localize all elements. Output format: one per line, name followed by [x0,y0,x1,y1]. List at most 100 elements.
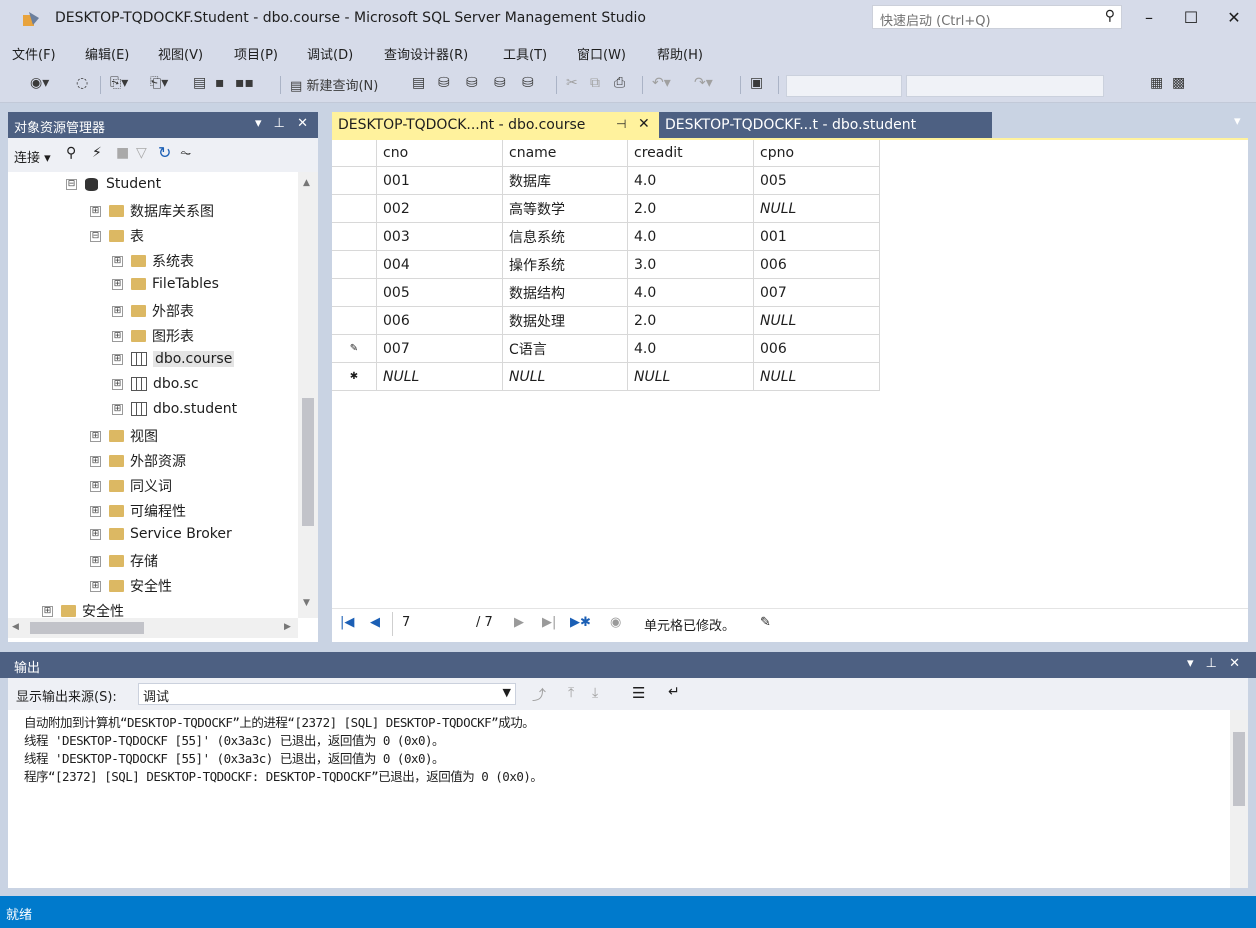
tree-node-dbo-sc[interactable]: ⊞ dbo.sc [112,376,199,400]
menu-window[interactable]: 窗口(W) [577,44,626,63]
cancel-edit-icon[interactable]: ◉ [610,615,621,630]
table-row[interactable]: 002 高等数学 2.0 NULL [332,194,880,223]
grid-cell[interactable]: 004 [376,250,503,279]
grid-cell[interactable]: 2.0 [627,194,754,223]
tree-node-security-server[interactable]: ⊞ 安全性 [42,601,124,618]
tree-node-tables[interactable]: ⊟ 表 [90,226,144,250]
grid-cell[interactable]: 005 [753,166,880,195]
menu-edit[interactable]: 编辑(E) [85,44,129,63]
expand-icon[interactable]: ⊞ [112,353,123,365]
grid-cell[interactable]: 操作系统 [502,250,628,279]
grid-cell[interactable]: 信息系统 [502,222,628,251]
expand-icon[interactable]: ⊞ [112,330,123,342]
tree-node-graph-tables[interactable]: ⊞ 图形表 [112,326,194,350]
table-row[interactable]: 003 信息系统 4.0 001 [332,222,880,251]
grid-cell[interactable]: 006 [376,306,503,335]
solution-platform-dropdown[interactable] [906,75,1104,97]
grid-cell[interactable]: 007 [376,334,503,363]
grid-cell[interactable]: 001 [753,222,880,251]
tree-node-service-broker[interactable]: ⊞ Service Broker [90,526,232,550]
menu-help[interactable]: 帮助(H) [657,44,703,63]
tree-node-external-tables[interactable]: ⊞ 外部表 [112,301,194,325]
grid-cell[interactable]: 数据库 [502,166,628,195]
expand-icon[interactable]: ⊞ [112,278,123,290]
menu-file[interactable]: 文件(F) [12,44,56,63]
table-row[interactable]: 001 数据库 4.0 005 [332,166,880,195]
grid-cell[interactable]: 007 [753,278,880,307]
column-header[interactable]: cname [502,140,628,167]
menu-query-designer[interactable]: 查询设计器(R) [384,44,468,63]
word-wrap-icon[interactable]: ↵ [668,684,680,700]
expand-icon[interactable]: ⊞ [90,528,101,540]
new-record-icon[interactable]: ▶✱ [570,615,591,630]
minimize-button[interactable]: – [1136,6,1162,30]
row-header[interactable] [332,250,377,279]
expand-icon[interactable]: ⊞ [112,403,123,415]
database-engine-query-icon[interactable]: ▤ [412,75,425,91]
grid-cell[interactable]: 4.0 [627,166,754,195]
grid-cell[interactable]: NULL [376,362,503,391]
scroll-up-icon[interactable]: ▲ [303,178,310,188]
maximize-button[interactable]: ☐ [1178,6,1204,30]
quick-launch-input[interactable]: 快速启动 (Ctrl+Q) ⚲ [872,5,1122,29]
grid-cell[interactable]: 3.0 [627,250,754,279]
new-project-icon[interactable]: ⎘▾ [110,75,128,91]
menu-project[interactable]: 项目(P) [234,44,278,63]
new-file-icon[interactable]: ⎗▾ [150,75,168,91]
copy-icon[interactable]: ⧉ [590,75,600,91]
row-header[interactable] [332,166,377,195]
grid-cell[interactable]: NULL [753,306,880,335]
clear-all-icon[interactable]: ☰ [632,684,645,702]
tree-node-storage[interactable]: ⊞ 存储 [90,551,158,575]
panel-controls[interactable]: ▾ ⊥ ✕ [1187,656,1244,671]
table-row[interactable]: 006 数据处理 2.0 NULL [332,306,880,335]
expand-icon[interactable]: ⊞ [42,605,53,617]
row-header[interactable] [332,278,377,307]
column-header[interactable]: cpno [753,140,880,167]
xmla-query-icon[interactable]: ⛁ [494,75,506,91]
tree-node-student-db[interactable]: ⊟ Student [66,176,161,200]
grid-cell[interactable]: NULL [502,362,628,391]
grid-cell[interactable]: C语言 [502,334,628,363]
table-row[interactable]: ✎ 007 C语言 4.0 006 [332,334,880,363]
activity-icon[interactable]: ⏦ [180,145,191,161]
grid-cell[interactable]: 002 [376,194,503,223]
table-row[interactable]: 004 操作系统 3.0 006 [332,250,880,279]
grid-cell[interactable]: 4.0 [627,334,754,363]
collapse-icon[interactable]: ⊟ [90,230,101,242]
column-header[interactable]: creadit [627,140,754,167]
grid-cell[interactable]: NULL [753,362,880,391]
grid-icon[interactable]: ▩ [1172,75,1185,91]
row-header[interactable] [332,194,377,223]
row-header[interactable]: ✱ [332,362,377,391]
grid-cell[interactable]: 003 [376,222,503,251]
menu-debug[interactable]: 调试(D) [307,44,353,63]
previous-message-icon[interactable]: ⤒ [568,685,574,701]
output-source-dropdown[interactable]: 调试 ▼ [138,683,516,705]
row-header[interactable] [332,222,377,251]
mdx-query-icon[interactable]: ⛁ [438,75,450,91]
grid-cell[interactable]: 数据结构 [502,278,628,307]
stop-icon[interactable]: ■ [116,145,129,161]
new-query-button[interactable]: ▤ 新建查询(N) [290,75,378,94]
table-row[interactable]: ✱ NULL NULL NULL NULL [332,362,880,391]
collapse-icon[interactable]: ⊟ [66,178,77,190]
save-icon[interactable]: ▪ [215,75,225,91]
expand-icon[interactable]: ⊞ [90,480,101,492]
panel-controls[interactable]: ▾ ⊥ ✕ [255,116,312,131]
menu-view[interactable]: 视图(V) [158,44,203,63]
grid-cell[interactable]: 006 [753,250,880,279]
grid-cell[interactable]: 001 [376,166,503,195]
tree-node-programmability[interactable]: ⊞ 可编程性 [90,501,186,525]
dmx-query-icon[interactable]: ⛁ [466,75,478,91]
save-all-icon[interactable]: ▪▪ [235,75,254,91]
scrollbar-thumb[interactable] [1233,732,1245,806]
grid-cell[interactable]: 高等数学 [502,194,628,223]
next-record-icon[interactable]: ▶ [514,615,524,630]
expand-icon[interactable]: ⊞ [112,305,123,317]
previous-record-icon[interactable]: ◀ [370,615,380,630]
first-record-icon[interactable]: |◀ [340,615,354,630]
grid-cell[interactable]: NULL [753,194,880,223]
tree-node-db-diagrams[interactable]: ⊞ 数据库关系图 [90,201,214,225]
pin-icon[interactable]: ⊣ [616,117,626,131]
